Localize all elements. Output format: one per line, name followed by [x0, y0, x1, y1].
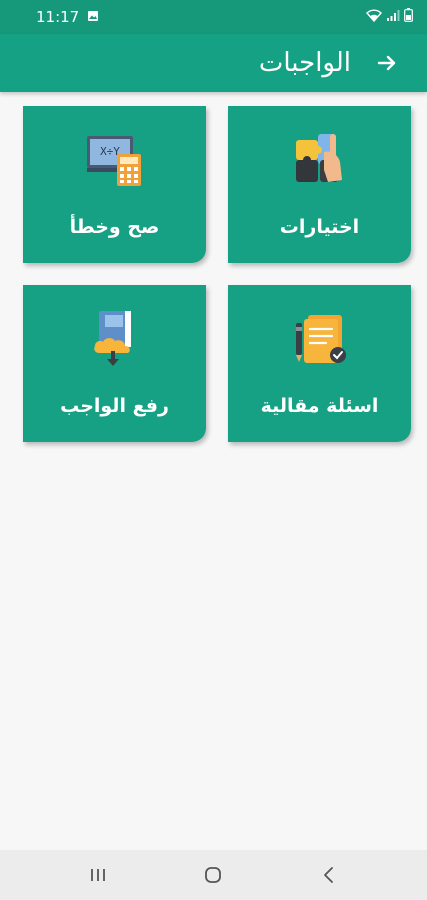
- puzzle-hand-icon: [295, 134, 342, 182]
- recents-button[interactable]: [68, 855, 128, 895]
- card-label: رفع الواجب: [60, 395, 169, 417]
- card-upload-assignment[interactable]: رفع الواجب: [23, 285, 206, 442]
- calculator-board-icon: X÷Y: [86, 136, 141, 186]
- book-upload-icon: [93, 311, 131, 366]
- nav-back-button[interactable]: [299, 855, 359, 895]
- status-time: 11:17: [36, 8, 80, 26]
- back-button[interactable]: [367, 43, 407, 83]
- card-true-false[interactable]: X÷Y صح وخطأ: [23, 106, 206, 263]
- wifi-icon: [366, 8, 382, 26]
- home-icon: [205, 867, 222, 883]
- battery-icon: [404, 8, 413, 26]
- card-label: صح وخطأ: [69, 216, 160, 238]
- image-icon: [87, 8, 99, 26]
- status-bar: 11:17: [0, 0, 427, 34]
- document-pen-icon: [295, 315, 346, 363]
- assignments-grid: اختيارات X÷Y صح وخطأ اسئلة مقالية رفع ال…: [23, 106, 411, 442]
- arrow-right-icon: [377, 55, 396, 71]
- app-bar: الواجبات: [0, 34, 427, 92]
- card-multiple-choice[interactable]: اختيارات: [228, 106, 411, 263]
- recents-icon: [90, 869, 105, 881]
- signal-icon: [386, 8, 400, 26]
- page-title: الواجبات: [258, 48, 351, 78]
- status-right: [366, 8, 413, 26]
- system-nav-bar: [0, 850, 427, 900]
- card-label: اسئلة مقالية: [260, 395, 379, 417]
- card-label: اختيارات: [279, 216, 360, 238]
- back-icon: [324, 867, 334, 883]
- status-left: 11:17: [36, 8, 99, 26]
- home-button[interactable]: [183, 855, 243, 895]
- card-essay-questions[interactable]: اسئلة مقالية: [228, 285, 411, 442]
